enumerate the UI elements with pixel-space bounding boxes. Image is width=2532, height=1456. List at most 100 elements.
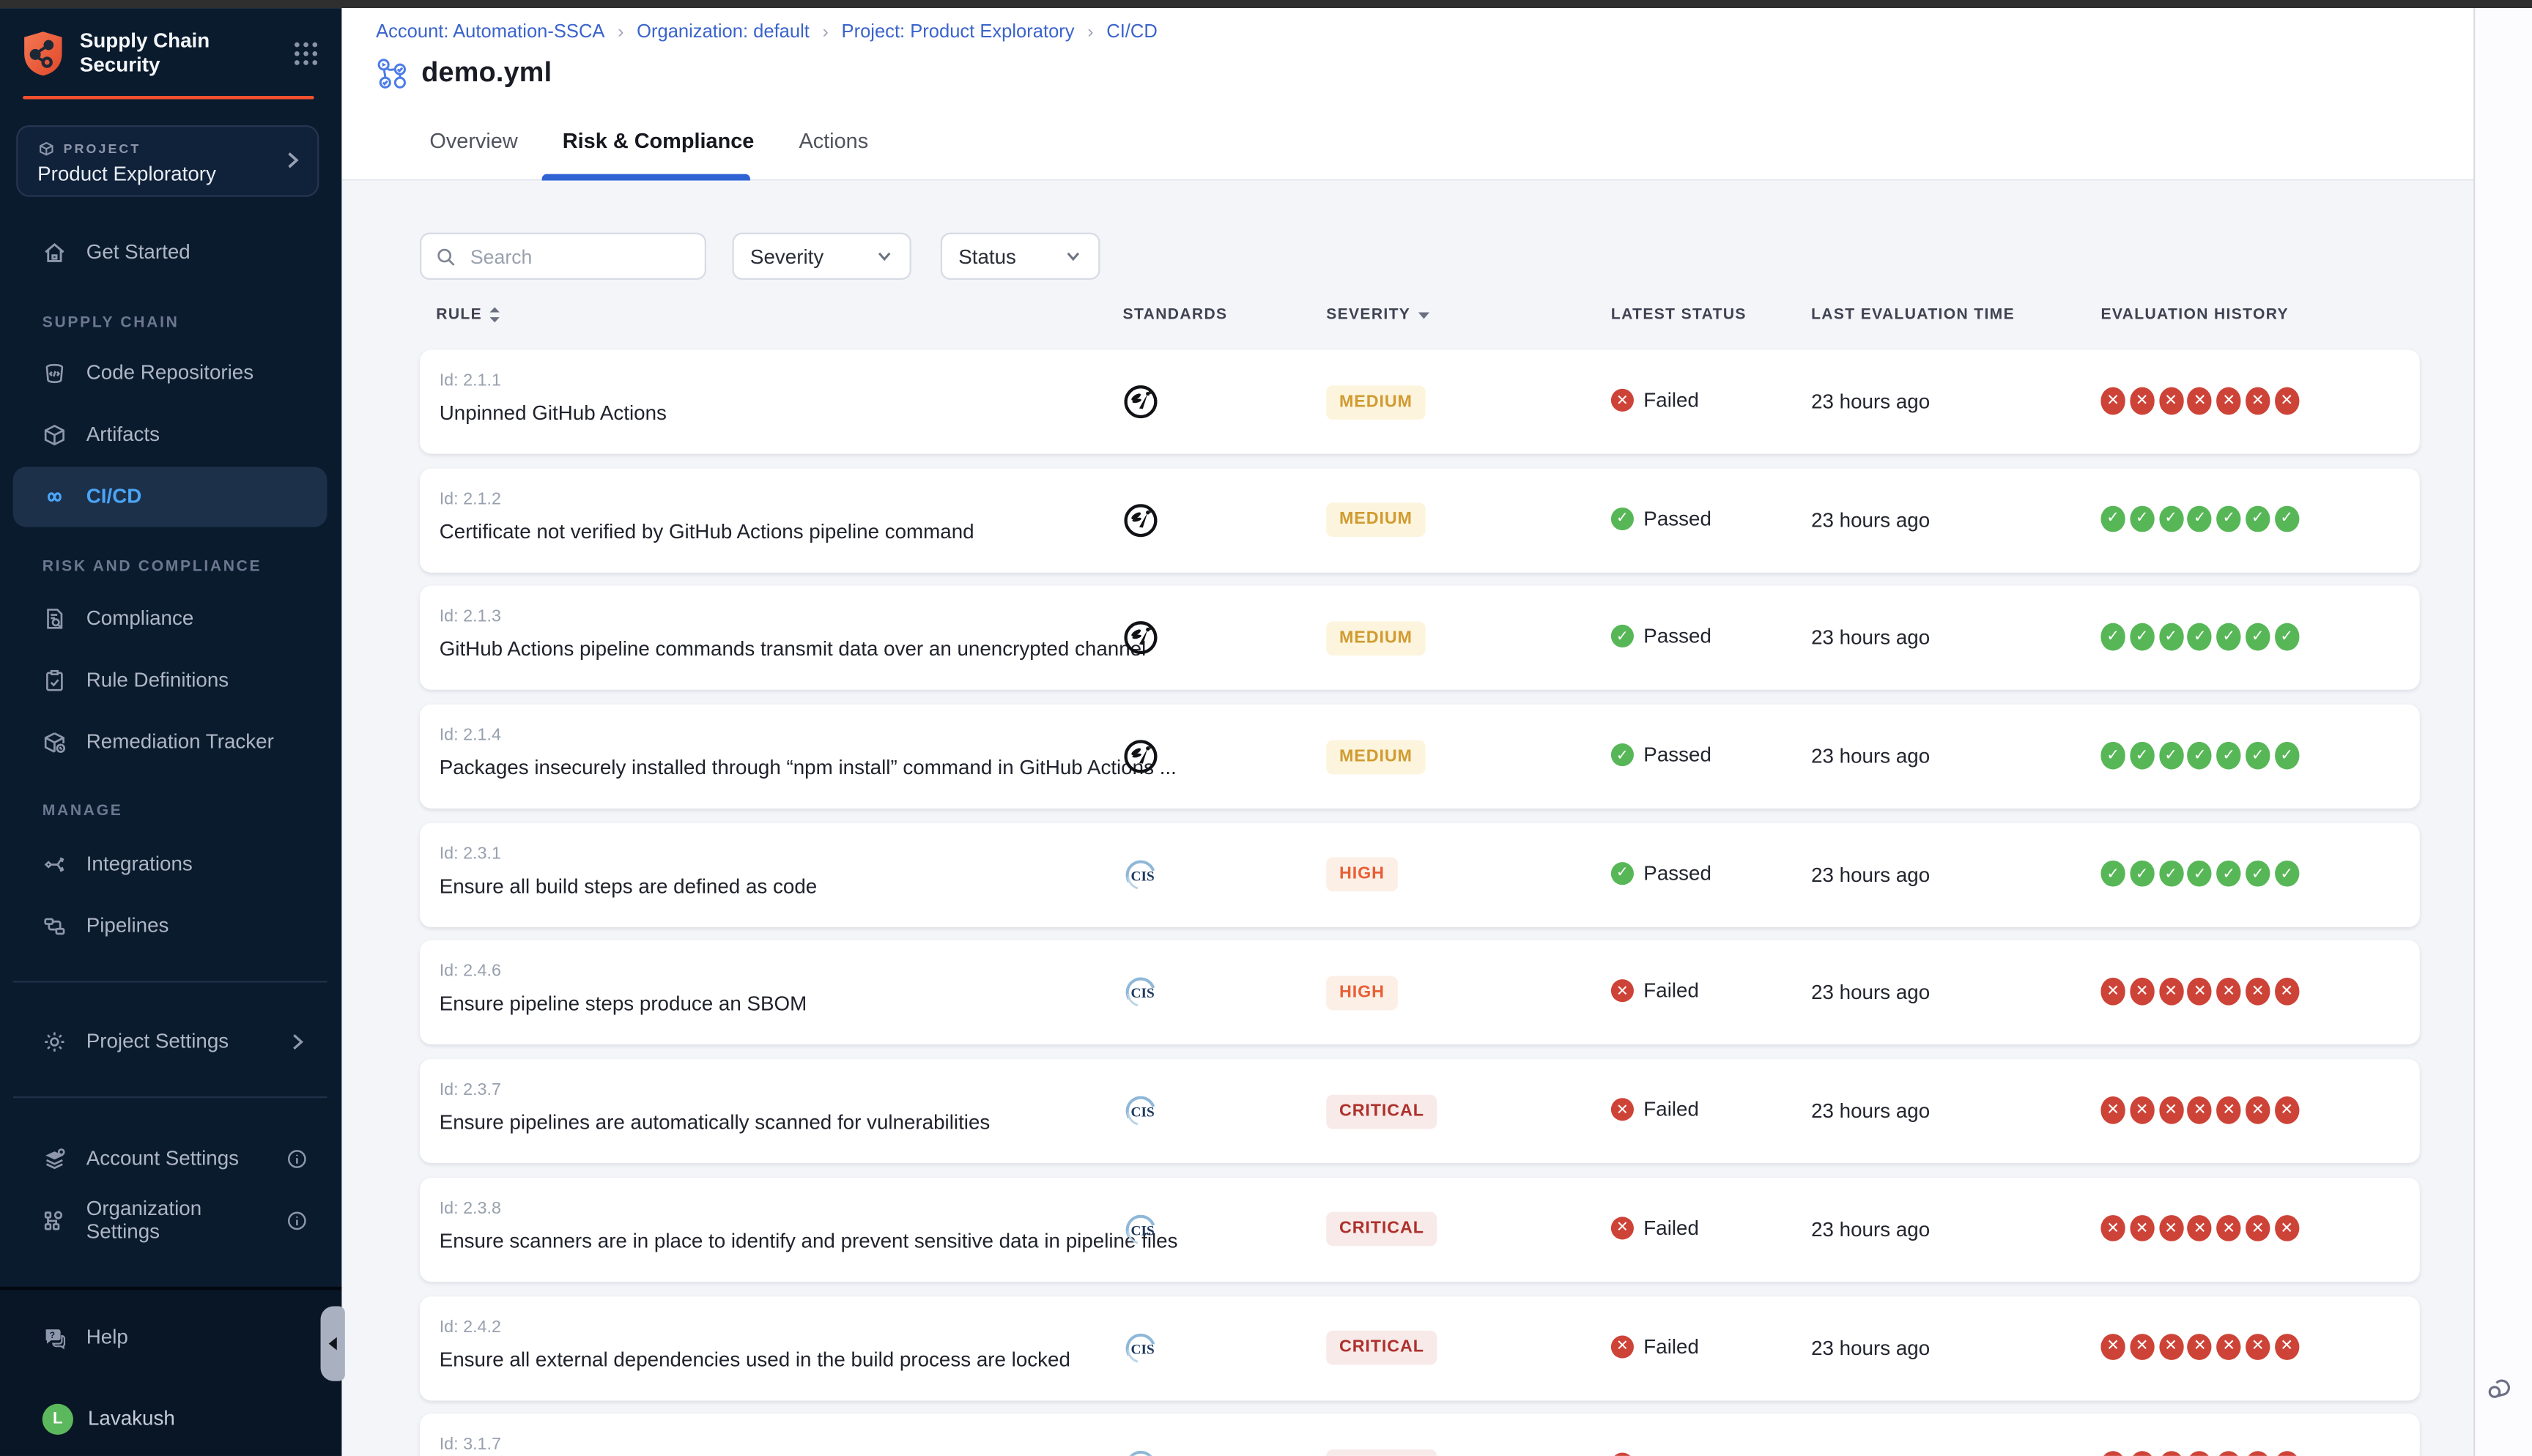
history-failed-icon — [2246, 1452, 2270, 1456]
sidebar-item-organization-settings[interactable]: Organization Settings — [13, 1190, 327, 1250]
history-passed-icon — [2130, 505, 2154, 532]
sidebar-item-account-settings[interactable]: Account Settings — [13, 1128, 327, 1188]
latest-status-cell: Passed — [1611, 862, 1711, 885]
status-label: Failed — [1643, 389, 1699, 412]
evaluation-history — [2100, 742, 2298, 769]
rule-name: Certificate not verified by GitHub Actio… — [440, 520, 974, 543]
rule-id: Id: 2.1.4 — [440, 726, 501, 746]
column-header-last-evaluation-time[interactable]: LAST EVALUATION TIME — [1811, 306, 2015, 324]
app-grid-icon[interactable] — [293, 40, 319, 66]
supply-chain-security-logo-icon — [21, 29, 65, 78]
history-failed-icon — [2246, 1096, 2270, 1123]
history-failed-icon — [2100, 1452, 2125, 1456]
rule-name: Packages insecurely installed through “n… — [440, 757, 1177, 779]
search-input[interactable] — [467, 243, 689, 270]
history-failed-icon — [2246, 978, 2270, 1006]
standard-cell: CIS — [1123, 1093, 1159, 1129]
history-failed-icon — [2217, 1096, 2241, 1123]
rule-definitions-clipboard-icon — [42, 668, 67, 692]
history-failed-icon — [2275, 387, 2299, 415]
section-label-manage: MANAGE — [42, 801, 319, 819]
sidebar-collapse-handle[interactable] — [321, 1307, 345, 1381]
latest-status-cell: Failed — [1611, 1334, 1699, 1357]
column-header-severity[interactable]: SEVERITY — [1326, 306, 1430, 324]
column-header-standards[interactable]: STANDARDS — [1123, 306, 1228, 324]
breadcrumb-account-link[interactable]: Account: Automation-SSCA — [376, 22, 604, 42]
history-failed-icon — [2130, 978, 2154, 1006]
sidebar-item-rule-definitions[interactable]: Rule Definitions — [13, 650, 327, 710]
sidebar-item-code-repositories[interactable]: Code Repositories — [13, 343, 327, 403]
sidebar-item-cicd[interactable]: CI/CD — [13, 466, 327, 526]
project-eyebrow-label: PROJECT — [64, 141, 141, 155]
rule-id: Id: 2.1.1 — [440, 371, 501, 390]
sidebar-item-compliance[interactable]: Compliance — [13, 588, 327, 648]
status-filter-dropdown[interactable]: Status — [941, 233, 1100, 280]
feedback-chat-icon[interactable] — [2487, 1374, 2514, 1402]
column-header-latest-status[interactable]: LATEST STATUS — [1611, 306, 1747, 324]
sidebar-item-pipelines[interactable]: Pipelines — [13, 896, 327, 956]
breadcrumb-project-link[interactable]: Project: Product Exploratory — [842, 22, 1075, 42]
tab-bar: Overview Risk & Compliance Actions — [425, 121, 873, 158]
evaluation-time: 23 hours ago — [1811, 863, 1930, 886]
account-settings-layers-icon — [42, 1146, 67, 1170]
standard-cell: CIS — [1123, 975, 1159, 1011]
table-row[interactable]: Id: 2.3.8 Ensure scanners are in place t… — [420, 1178, 2420, 1282]
history-passed-icon — [2246, 505, 2270, 532]
table-row[interactable]: Id: 2.3.1 Ensure all build steps are def… — [420, 822, 2420, 926]
sidebar-item-label: Project Settings — [86, 1030, 229, 1052]
table-row[interactable]: Id: 2.4.2 Ensure all external dependenci… — [420, 1296, 2420, 1400]
breadcrumb-separator: › — [1087, 22, 1093, 42]
sidebar-item-integrations[interactable]: Integrations — [13, 833, 327, 894]
tab-actions[interactable]: Actions — [794, 121, 873, 158]
severity-filter-dropdown[interactable]: Severity — [732, 233, 911, 280]
active-tab-indicator — [542, 174, 750, 180]
project-switcher[interactable]: PROJECT Product Exploratory — [16, 125, 319, 196]
table-row[interactable]: Id: 2.1.4 Packages insecurely installed … — [420, 705, 2420, 809]
table-row[interactable]: Id: 2.1.3 GitHub Actions pipeline comman… — [420, 586, 2420, 690]
svg-text:CIS: CIS — [1131, 869, 1155, 884]
sidebar-user[interactable]: L Lavakush — [13, 1389, 327, 1449]
latest-status-cell: Failed — [1611, 389, 1699, 412]
history-failed-icon — [2188, 387, 2212, 415]
sidebar-item-label: Account Settings — [86, 1147, 239, 1170]
table-row[interactable]: Id: 2.1.2 Certificate not verified by Gi… — [420, 468, 2420, 572]
latest-status-cell: Passed — [1611, 625, 1711, 648]
search-box[interactable] — [420, 233, 706, 280]
sidebar-item-label: Integrations — [86, 853, 193, 875]
table-row[interactable]: Id: 2.1.1 Unpinned GitHub Actions CIS ME… — [420, 350, 2420, 454]
table-row[interactable]: Id: 2.3.7 Ensure pipelines are automatic… — [420, 1059, 2420, 1163]
sidebar-item-help[interactable]: ? Help — [13, 1307, 327, 1367]
history-failed-icon — [2246, 1333, 2270, 1360]
chevron-down-icon — [876, 248, 893, 265]
history-failed-icon — [2158, 978, 2183, 1006]
svg-text:CIS: CIS — [1131, 1223, 1155, 1238]
breadcrumb-cicd-link[interactable]: CI/CD — [1106, 22, 1158, 42]
severity-badge: CRITICAL — [1326, 1212, 1437, 1247]
history-passed-icon — [2246, 624, 2270, 651]
sidebar-item-get-started[interactable]: Get Started — [13, 222, 327, 282]
tab-overview[interactable]: Overview — [425, 121, 523, 158]
rule-id: Id: 2.1.3 — [440, 607, 501, 627]
rule-id: Id: 2.3.7 — [440, 1080, 501, 1100]
column-header-evaluation-history[interactable]: EVALUATION HISTORY — [2100, 306, 2289, 324]
sort-icon[interactable] — [489, 306, 502, 324]
tab-risk-and-compliance[interactable]: Risk & Compliance — [558, 121, 759, 158]
table-row[interactable]: Id: 3.1.7 CIS CRITICAL Failed — [420, 1414, 2420, 1456]
rule-name: Ensure all build steps are defined as co… — [440, 874, 818, 897]
status-icon — [1611, 1099, 1634, 1121]
sort-desc-icon[interactable] — [1417, 310, 1430, 319]
history-failed-icon — [2217, 978, 2241, 1006]
table-row[interactable]: Id: 2.4.6 Ensure pipeline steps produce … — [420, 941, 2420, 1045]
status-label: Failed — [1643, 1099, 1699, 1121]
history-passed-icon — [2188, 860, 2212, 887]
sidebar-item-artifacts[interactable]: Artifacts — [13, 404, 327, 464]
latest-status-cell: Failed — [1611, 1453, 1699, 1456]
sidebar-item-project-settings[interactable]: Project Settings — [13, 1011, 327, 1071]
column-header-rule[interactable]: RULE — [436, 306, 501, 324]
breadcrumb-organization-link[interactable]: Organization: default — [637, 22, 810, 42]
standard-cell: CIS — [1123, 620, 1159, 656]
evaluation-history — [2100, 624, 2298, 651]
sidebar-item-label: Organization Settings — [86, 1197, 267, 1243]
sidebar-item-remediation-tracker[interactable]: Remediation Tracker — [13, 712, 327, 772]
help-chat-icon: ? — [42, 1325, 67, 1349]
